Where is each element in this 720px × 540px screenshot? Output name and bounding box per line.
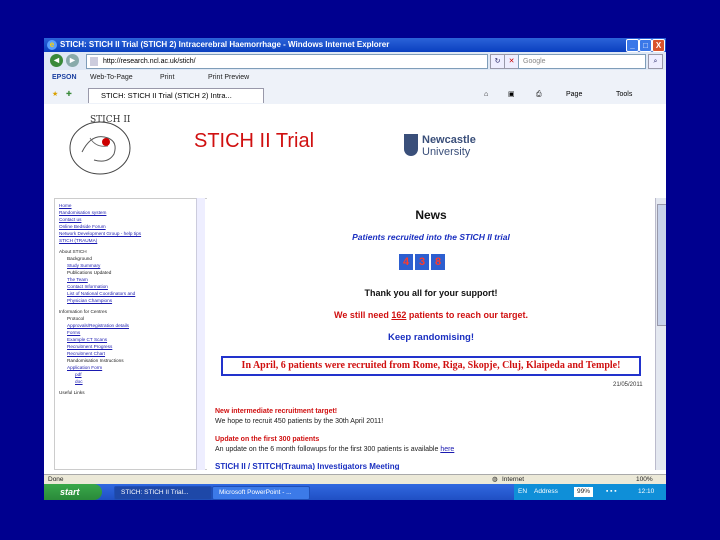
target-text: We hope to recruit 450 patients by the 3…: [215, 418, 384, 425]
sidebar-item[interactable]: Randomisation system: [59, 210, 106, 216]
print-preview-button[interactable]: Print Preview: [208, 70, 249, 86]
recruited-label: Patients recruited into the STICH II tri…: [352, 232, 510, 242]
scroll-thumb[interactable]: [657, 204, 666, 326]
forward-button[interactable]: ►: [66, 54, 79, 67]
stop-icon[interactable]: ✕: [504, 54, 519, 69]
sidebar-item: Publications Updated: [67, 270, 112, 275]
refresh-icon[interactable]: ↻: [490, 54, 505, 69]
update-text: An update on the 6 month followups for t…: [215, 446, 455, 453]
sidebar-item[interactable]: STICH (TRAUMA): [59, 238, 97, 244]
title-bar: e STICH: STICH II Trial (STICH 2) Intrac…: [44, 38, 666, 52]
svg-text:STICH II: STICH II: [90, 115, 131, 125]
sidebar-item[interactable]: Contact us: [59, 217, 81, 223]
window-title: STICH: STICH II Trial (STICH 2) Intracer…: [60, 40, 390, 49]
web-to-page-button[interactable]: Web-To-Page: [90, 70, 133, 86]
sidebar-item[interactable]: Recruitment Progress: [67, 344, 112, 350]
sidebar-item[interactable]: Home: [59, 203, 72, 209]
sidebar-item: Information for Centres: [59, 309, 107, 314]
address-bar: ◄ ► http://research.ncl.ac.uk/stich/ ↻ ✕…: [44, 52, 666, 71]
links-toolbar: EPSON Web-To-Page Print Print Preview: [44, 70, 666, 87]
taskbar: start STICH: STICH II Trial... Microsoft…: [44, 484, 666, 500]
need-number: 162: [391, 310, 407, 320]
tray-icons: ▪ ▪ ▪: [606, 488, 617, 495]
search-input[interactable]: Google: [518, 54, 646, 69]
tab-stich[interactable]: STICH: STICH II Trial (STICH 2) Intra...: [88, 88, 264, 103]
sidebar-scrollbar[interactable]: [196, 198, 205, 470]
favorites-bar: ★ ✚ STICH: STICH II Trial (STICH 2) Intr…: [44, 86, 666, 105]
maximize-button[interactable]: □: [639, 39, 652, 52]
update-link[interactable]: here: [440, 446, 454, 453]
sidebar-item[interactable]: The Team: [67, 277, 88, 283]
sidebar-item[interactable]: Example CT Scans: [67, 337, 107, 343]
page-menu[interactable]: Page: [566, 86, 582, 104]
counter-digit: 8: [431, 254, 445, 270]
tray-zoom: 99%: [574, 487, 594, 497]
sidebar-item[interactable]: Forms: [67, 330, 80, 336]
sidebar-item[interactable]: Contact Information: [67, 284, 108, 290]
add-favorite-icon[interactable]: ✚: [66, 86, 72, 104]
sidebar-item[interactable]: Study Summary: [67, 263, 100, 269]
tools-menu[interactable]: Tools: [616, 86, 632, 104]
search-icon[interactable]: ⌕: [648, 54, 663, 69]
sidebar-nav: Home Randomisation system Contact us Online…: [54, 198, 208, 470]
url-field[interactable]: http://research.ncl.ac.uk/stich/: [86, 54, 488, 69]
university-shield-icon: [404, 134, 418, 156]
sidebar-item[interactable]: doc: [75, 379, 83, 385]
sidebar-item: Protocol: [67, 316, 85, 321]
sidebar-item: Background: [67, 256, 93, 261]
page-content: STICH II STICH II Trial Newcastle Univer…: [44, 104, 666, 474]
task-powerpoint[interactable]: Microsoft PowerPoint - ...: [212, 486, 310, 500]
need-text: We still need 162 patients to reach our …: [334, 310, 528, 320]
site-title: STICH II Trial: [194, 130, 315, 152]
print-button[interactable]: Print: [160, 70, 174, 86]
start-button[interactable]: start: [44, 484, 102, 500]
page-icon: [90, 57, 98, 66]
news-date: 21/05/2011: [613, 382, 643, 388]
sidebar-item[interactable]: Network Development Group - help tips: [59, 231, 141, 237]
sidebar-item: About STICH: [59, 249, 87, 254]
counter-digit: 4: [399, 254, 413, 270]
sidebar-item: Useful Links: [59, 390, 85, 395]
favorites-star-icon[interactable]: ★: [52, 86, 58, 104]
target-heading: New intermediate recruitment target!: [215, 408, 338, 415]
feeds-icon[interactable]: ▣: [508, 86, 515, 104]
print-icon[interactable]: ⎙: [536, 86, 542, 104]
close-button[interactable]: X: [652, 39, 665, 52]
sidebar-item: Randomisation Instructions: [67, 358, 124, 363]
stich-logo: STICH II: [69, 115, 131, 175]
sidebar-item[interactable]: Online Bedside Forum: [59, 224, 106, 230]
sidebar-item[interactable]: Approvals/Registration details: [67, 323, 129, 329]
epson-logo: EPSON: [52, 74, 77, 81]
minimize-button[interactable]: _: [626, 39, 639, 52]
tray-address: Address: [534, 488, 558, 495]
sidebar-item[interactable]: Recruitment Chart: [67, 351, 105, 357]
language-indicator[interactable]: EN: [518, 484, 527, 500]
browser-window: e STICH: STICH II Trial (STICH 2) Intrac…: [44, 38, 666, 500]
sidebar-item[interactable]: Application Form: [67, 365, 102, 371]
task-ie[interactable]: STICH: STICH II Trial...: [114, 486, 212, 500]
april-banner: In April, 6 patients were recruited from…: [221, 356, 641, 376]
keep-randomising: Keep randomising!: [387, 332, 475, 343]
clock: 12:10: [638, 488, 655, 495]
main-scrollbar[interactable]: [655, 198, 666, 470]
thanks-text: Thank you all for your support!: [364, 288, 498, 298]
news-panel: News Patients recruited into the STICH I…: [207, 198, 655, 470]
ie-icon: e: [47, 40, 57, 50]
system-tray: EN Address 99% ▪ ▪ ▪ 12:10: [514, 484, 666, 500]
news-heading: News: [415, 208, 447, 222]
meeting-heading: STICH II / STITCH(Trauma) Investigators …: [215, 462, 400, 470]
sidebar-item[interactable]: List of National Coordinators and: [67, 291, 135, 297]
sidebar-item[interactable]: pdf: [75, 372, 82, 378]
home-icon[interactable]: ⌂: [484, 86, 488, 104]
update-heading: Update on the first 300 patients: [215, 436, 320, 443]
counter-digit: 3: [415, 254, 429, 270]
sidebar-item[interactable]: Physician Champions: [67, 298, 112, 304]
recruit-counter: 4 3 8: [399, 254, 459, 272]
back-button[interactable]: ◄: [50, 54, 63, 67]
